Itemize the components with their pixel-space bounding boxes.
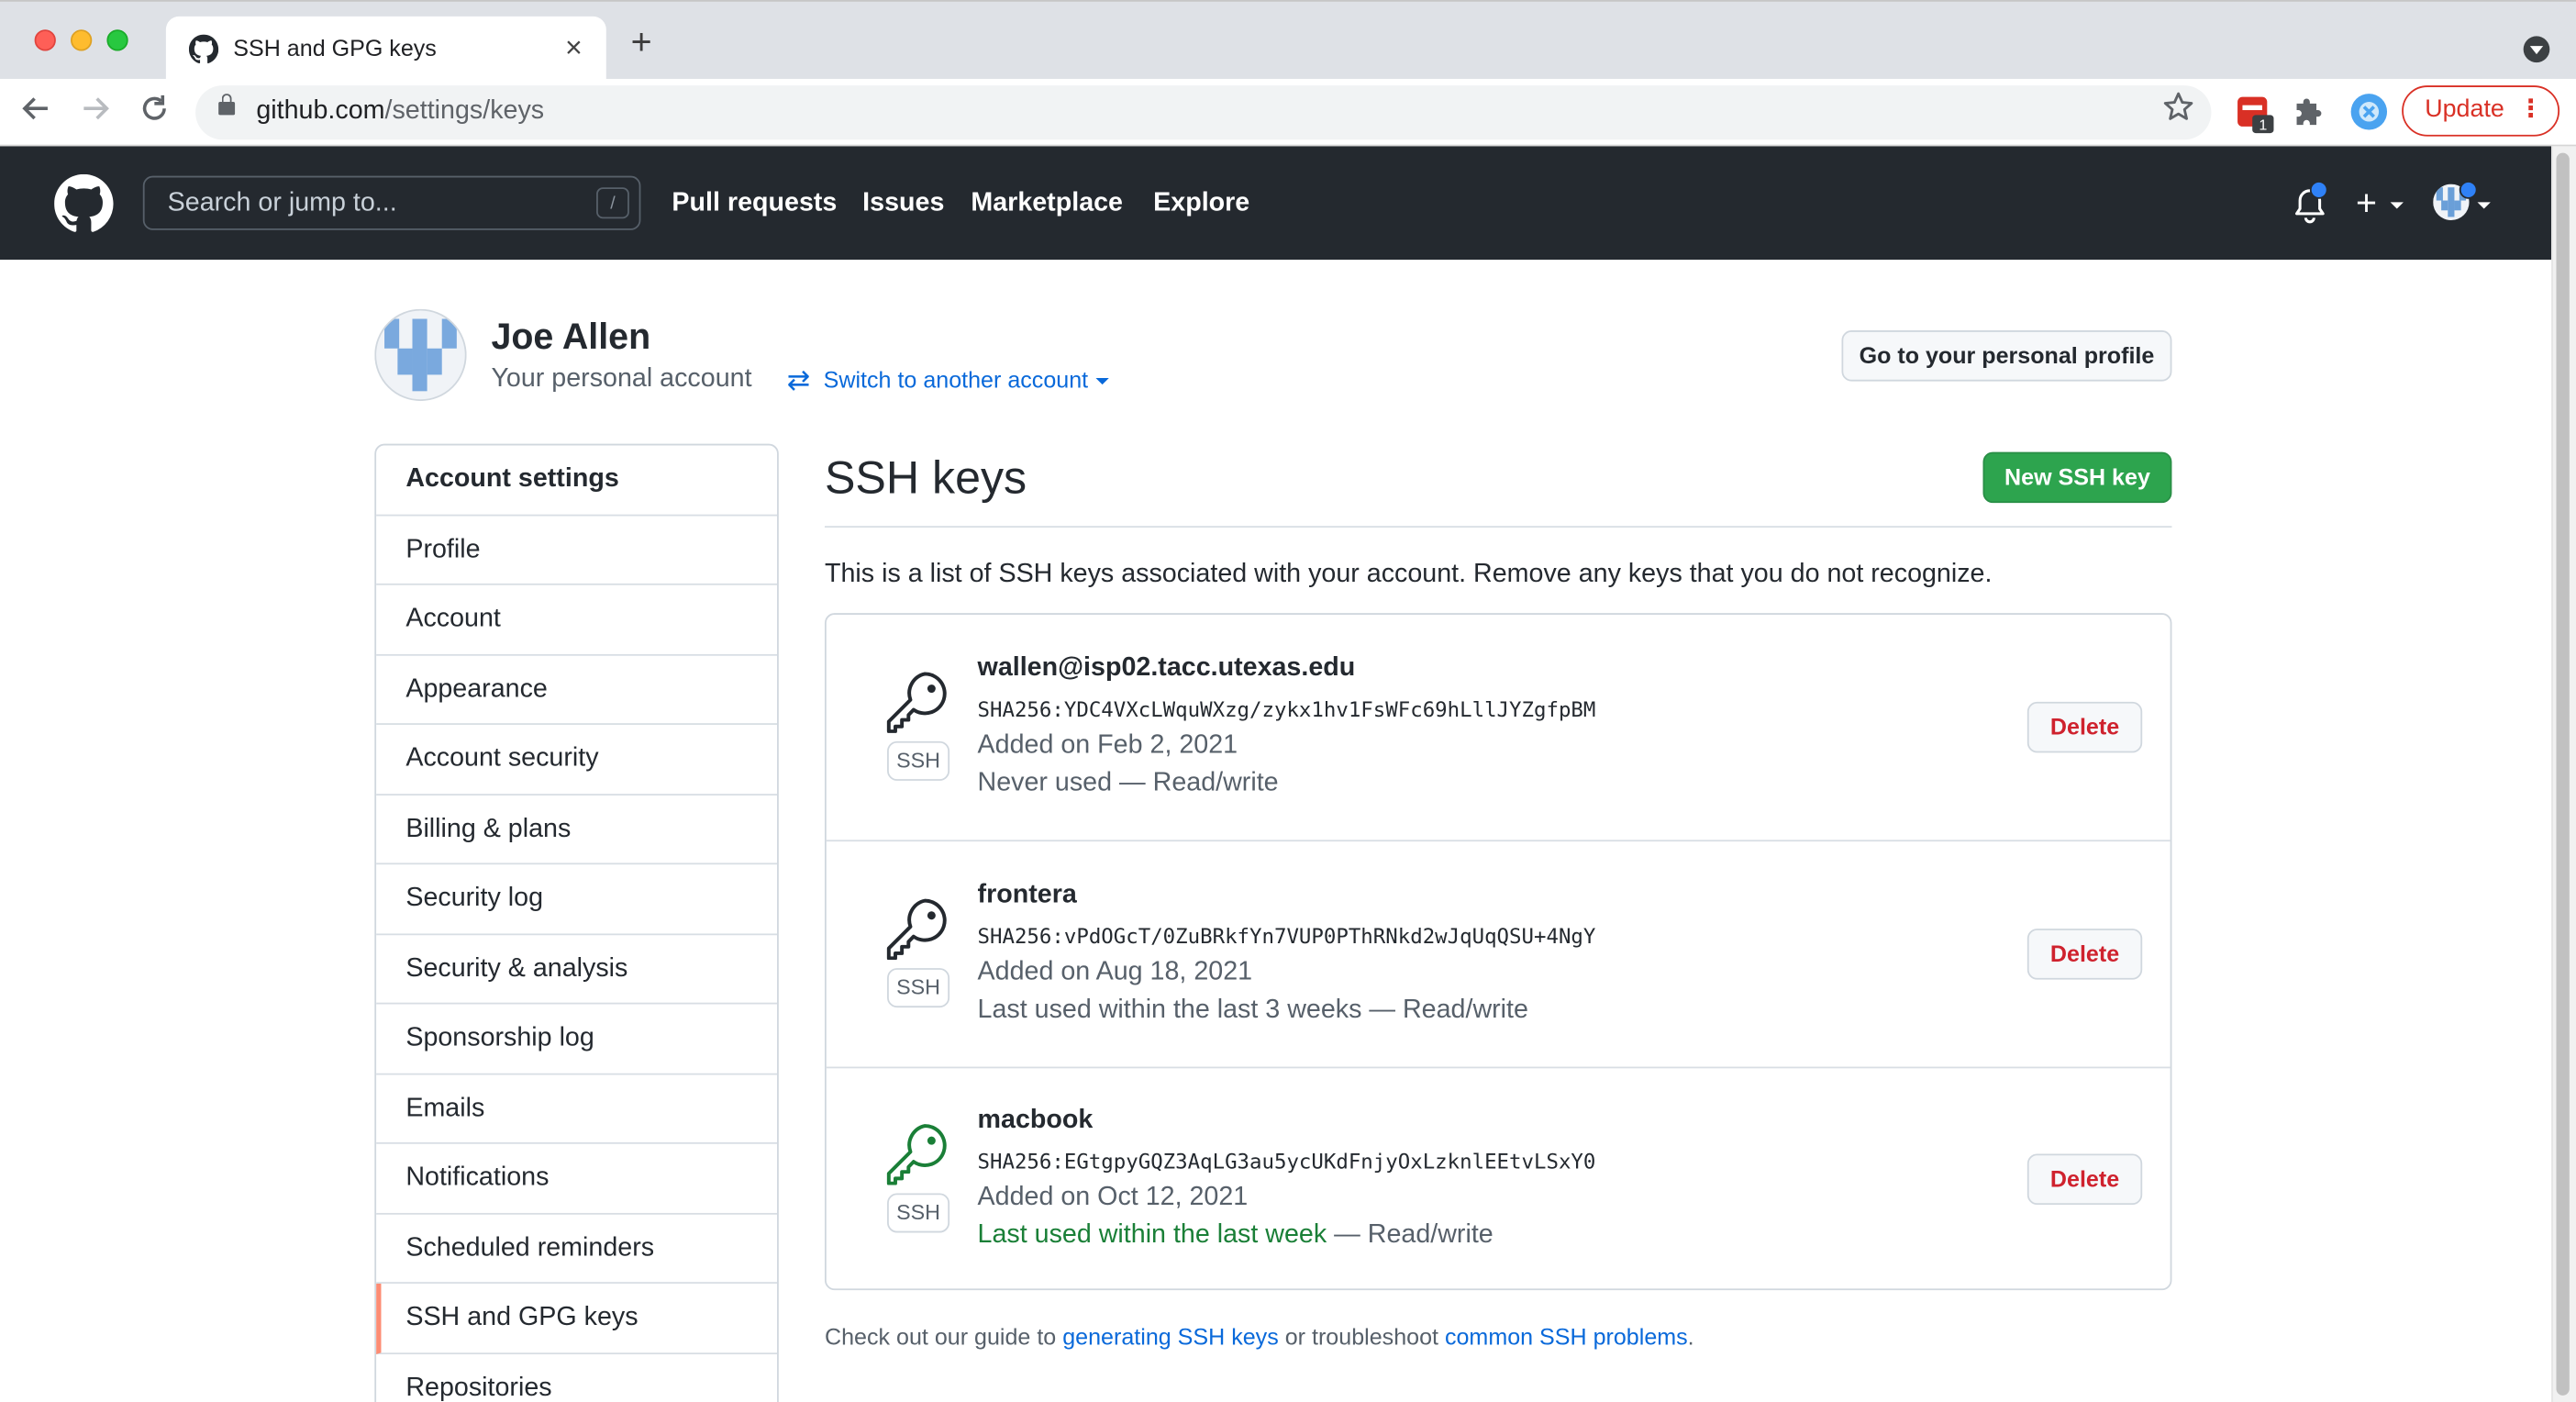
- nav-explore[interactable]: Explore: [1153, 189, 1249, 218]
- key-fingerprint: SHA256:vPdOGcT/0ZuBRkfYn7VUP0PThRNkd2wJq…: [977, 922, 1596, 948]
- ssh-badge: SSH: [887, 1193, 950, 1233]
- back-arrow-icon[interactable]: [19, 92, 52, 133]
- personal-profile-button[interactable]: Go to your personal profile: [1841, 330, 2172, 382]
- sidebar-item-appearance[interactable]: Appearance: [376, 655, 778, 725]
- status-dot: [2459, 181, 2478, 199]
- close-window-button[interactable]: [34, 29, 56, 51]
- key-icon: [885, 896, 951, 967]
- ssh-badge: SSH: [887, 967, 950, 1007]
- key-title: macbook: [977, 1106, 1094, 1134]
- ssh-key-item: SSH macbook SHA256:EGtgpyGQZ3AqLG3au5ycU…: [827, 1067, 2171, 1292]
- update-button[interactable]: Update ⋮: [2402, 85, 2560, 137]
- bookmark-star-icon[interactable]: [2162, 91, 2195, 134]
- key-usage: Never used — Read/write: [977, 769, 1279, 797]
- search-input[interactable]: Search or jump to... /: [142, 175, 641, 230]
- tab-strip: SSH and GPG keys × +: [0, 0, 2576, 81]
- sidebar-item-sponsorship-log[interactable]: Sponsorship log: [376, 1004, 778, 1074]
- github-favicon-icon: [188, 34, 219, 72]
- sidebar-item-account[interactable]: Account: [376, 585, 778, 655]
- create-caret-icon: [2390, 202, 2404, 209]
- common-ssh-problems-link[interactable]: common SSH problems: [1445, 1323, 1688, 1350]
- delete-key-button[interactable]: Delete: [2026, 701, 2143, 753]
- key-title: wallen@isp02.tacc.utexas.edu: [977, 653, 1356, 683]
- settings-sidebar: Account settings Profile Account Appeara…: [374, 443, 779, 1402]
- sidebar-item-account-security[interactable]: Account security: [376, 725, 778, 796]
- account-type-label: Your personal account: [491, 364, 752, 394]
- user-name: Joe Allen: [491, 315, 651, 357]
- key-fingerprint: SHA256:YDC4VXcLWquWXzg/zykx1hv1FsWFc69hL…: [977, 696, 1596, 722]
- switch-arrows-icon: ⇄: [786, 364, 811, 396]
- svg-text:1: 1: [2259, 117, 2267, 134]
- nav-marketplace[interactable]: Marketplace: [971, 189, 1123, 218]
- maximize-window-button[interactable]: [106, 29, 128, 51]
- delete-key-button[interactable]: Delete: [2026, 1153, 2143, 1206]
- sidebar-item-emails[interactable]: Emails: [376, 1074, 778, 1144]
- reload-icon[interactable]: [138, 92, 171, 133]
- forward-arrow-icon[interactable]: [79, 92, 112, 133]
- sidebar-item-profile[interactable]: Profile: [376, 516, 778, 585]
- intro-text: This is a list of SSH keys associated wi…: [824, 560, 1993, 589]
- key-added-date: Added on Oct 12, 2021: [977, 1183, 1249, 1212]
- lock-icon[interactable]: [218, 94, 236, 116]
- browser-toolbar: github.com/settings/keys 1 Update ⋮: [0, 78, 2576, 147]
- github-header: Search or jump to... / Pull requests Iss…: [0, 146, 2552, 261]
- nav-pull-requests[interactable]: Pull requests: [672, 189, 837, 218]
- key-usage: Last used within the last 3 weeks — Read…: [977, 995, 1528, 1024]
- search-placeholder: Search or jump to...: [167, 188, 397, 217]
- sidebar-item-billing[interactable]: Billing & plans: [376, 795, 778, 865]
- new-ssh-key-button[interactable]: New SSH key: [1982, 451, 2172, 504]
- sidebar-item-notifications[interactable]: Notifications: [376, 1144, 778, 1214]
- help-note: Check out our guide to generating SSH ke…: [824, 1322, 1694, 1350]
- address-bar[interactable]: github.com/settings/keys: [195, 85, 2212, 140]
- notification-dot: [2309, 181, 2328, 199]
- tab-search-icon[interactable]: [2523, 36, 2550, 63]
- switch-account-link[interactable]: ⇄ Switch to another account: [787, 365, 1110, 398]
- url-text[interactable]: github.com/settings/keys: [256, 97, 544, 127]
- new-tab-button[interactable]: +: [631, 24, 652, 61]
- key-fingerprint: SHA256:EGtgpyGQZ3AqLG3au5ycUKdFnjyOxLzkn…: [977, 1149, 1596, 1174]
- scrollbar-thumb[interactable]: [2556, 152, 2570, 1396]
- sidebar-heading: Account settings: [376, 445, 778, 516]
- browser-tab[interactable]: SSH and GPG keys ×: [165, 16, 606, 81]
- puzzle-extensions-icon[interactable]: [2295, 97, 2325, 135]
- title-divider: [824, 526, 2172, 529]
- sidebar-item-scheduled-reminders[interactable]: Scheduled reminders: [376, 1214, 778, 1285]
- profile-avatar: [374, 308, 467, 409]
- ssh-keys-list: SSH wallen@isp02.tacc.utexas.edu SHA256:…: [824, 613, 2172, 1292]
- browser-menu-icon[interactable]: ⋮: [2518, 87, 2543, 133]
- ssh-badge: SSH: [887, 740, 950, 781]
- search-shortcut-key: /: [596, 187, 629, 219]
- key-added-date: Added on Feb 2, 2021: [977, 731, 1238, 760]
- profile-extension-icon[interactable]: [2349, 92, 2389, 139]
- browser-window: SSH and GPG keys × + github.com/settings…: [0, 0, 2576, 1402]
- tab-title: SSH and GPG keys: [233, 34, 437, 61]
- github-logo-icon[interactable]: [54, 173, 114, 241]
- ssh-key-item: SSH wallen@isp02.tacc.utexas.edu SHA256:…: [826, 615, 2171, 842]
- generating-ssh-keys-link[interactable]: generating SSH keys: [1062, 1323, 1279, 1350]
- minimize-window-button[interactable]: [71, 29, 93, 51]
- create-new-icon[interactable]: +: [2356, 183, 2377, 226]
- nav-issues[interactable]: Issues: [862, 189, 944, 218]
- key-added-date: Added on Aug 18, 2021: [977, 957, 1253, 985]
- switch-caret-icon: [1096, 377, 1110, 385]
- sidebar-item-security-analysis[interactable]: Security & analysis: [376, 934, 778, 1005]
- ssh-key-item: SSH frontera SHA256:vPdOGcT/0ZuBRkfYn7VU…: [826, 840, 2171, 1068]
- extension-icon[interactable]: 1: [2236, 95, 2275, 143]
- tab-close-icon[interactable]: ×: [565, 31, 583, 64]
- avatar-caret-icon: [2477, 202, 2491, 209]
- page-title: SSH keys: [824, 451, 1027, 504]
- key-icon: [885, 1122, 951, 1193]
- key-usage: Last used within the last week — Read/wr…: [977, 1220, 1493, 1250]
- delete-key-button[interactable]: Delete: [2026, 928, 2143, 979]
- key-icon: [885, 671, 951, 741]
- sidebar-item-security-log[interactable]: Security log: [376, 864, 778, 935]
- sidebar-item-repositories[interactable]: Repositories: [376, 1353, 777, 1402]
- sidebar-item-ssh-gpg-keys[interactable]: SSH and GPG keys: [376, 1284, 778, 1354]
- key-title: frontera: [977, 880, 1077, 908]
